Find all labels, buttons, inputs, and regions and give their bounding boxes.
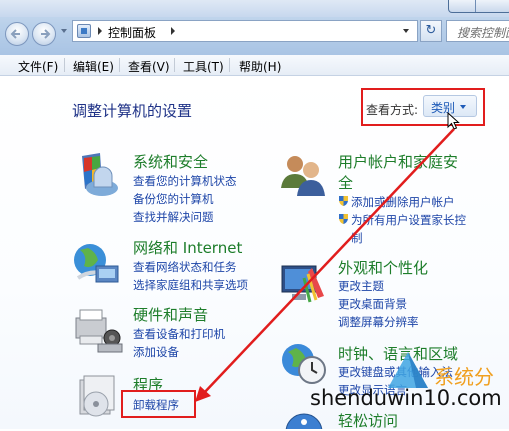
forward-arrow-icon [41,29,51,39]
menu-separator [119,58,120,72]
recent-pages-dropdown-icon[interactable] [61,29,67,33]
control-panel-content: 调整计算机的设置 查看方式: 类别 系统和安全 查看您的计算机状态 备份您的计算… [0,76,509,430]
control-panel-icon [77,24,91,38]
menu-separator [174,58,175,72]
back-arrow-icon [10,29,20,39]
address-bar[interactable]: 控制面板 [72,20,418,42]
menu-view[interactable]: 查看(V) [128,58,170,75]
window-controls[interactable] [448,0,509,13]
title-bar [0,0,509,17]
menu-tools[interactable]: 工具(T) [183,58,224,75]
breadcrumb-chevron-icon[interactable] [98,27,102,35]
breadcrumb-chevron-icon[interactable] [171,27,175,35]
address-dropdown-icon[interactable] [403,29,409,33]
watermark-text: shenduwin10.com [310,386,502,410]
menu-separator [229,58,230,72]
search-input[interactable]: 搜索控制面 [446,20,509,42]
search-placeholder: 搜索控制面 [457,26,509,40]
forward-button[interactable] [32,22,56,46]
menu-file[interactable]: 文件(F) [18,58,58,75]
refresh-icon: ↻ [425,23,437,38]
back-button[interactable] [5,22,29,46]
menu-edit[interactable]: 编辑(E) [73,58,114,75]
refresh-button[interactable]: ↻ [420,20,442,42]
menu-bar: 文件(F) 编辑(E) 查看(V) 工具(T) 帮助(H) [0,55,509,76]
window-chrome: 控制面板 ↻ 搜索控制面 [0,0,509,55]
menu-separator [64,58,65,72]
menu-help[interactable]: 帮助(H) [239,58,281,75]
window-controls-separator [475,0,476,12]
breadcrumb-control-panel[interactable]: 控制面板 [108,24,156,41]
